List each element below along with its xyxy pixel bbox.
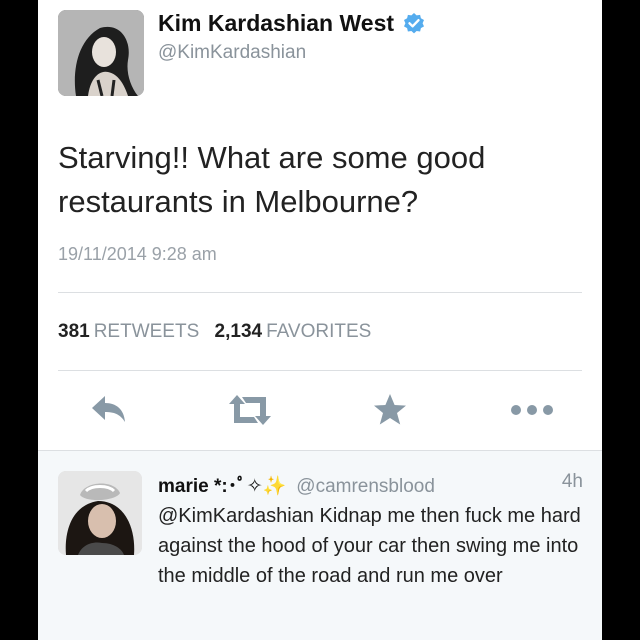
verified-badge-icon [402, 12, 426, 36]
more-dots-icon [511, 405, 553, 415]
favorite-button[interactable] [372, 392, 408, 433]
reply-author-name[interactable]: marie *:･ﾟ✧✨ [158, 476, 286, 497]
retweets-label: RETWEETS [93, 321, 200, 342]
reply-icon [92, 396, 125, 422]
reply-button[interactable] [88, 392, 128, 433]
author-avatar[interactable] [58, 10, 144, 96]
reply-author-avatar[interactable] [58, 471, 142, 555]
reply-time: 4h [561, 471, 583, 492]
reply-header: marie *:･ﾟ✧✨ @camrensblood 4h [158, 471, 583, 497]
retweet-icon [229, 395, 271, 425]
reply-text: @KimKardashian Kidnap me then fuck me ha… [158, 505, 581, 587]
divider [58, 370, 582, 371]
favorite-star-icon [374, 394, 406, 425]
retweets-count: 381 [58, 321, 90, 342]
tweet-detail-screen: Kim Kardashian West @KimKardashian Starv… [38, 0, 602, 640]
reply-tweet[interactable]: marie *:･ﾟ✧✨ @camrensblood 4h @KimKardash… [38, 450, 602, 640]
divider [58, 292, 582, 293]
reply-author-handle[interactable]: @camrensblood [296, 476, 435, 497]
tweet-timestamp: 19/11/2014 9:28 am [58, 244, 217, 264]
author-handle[interactable]: @KimKardashian [158, 42, 306, 64]
favorites-stat[interactable]: 2,134 FAVORITES [215, 321, 382, 342]
tweet-actions-bar [38, 392, 602, 428]
tweet-text: Starving!! What are some good restaurant… [58, 140, 486, 219]
favorites-label: FAVORITES [266, 321, 372, 342]
retweets-stat[interactable]: 381 RETWEETS [58, 321, 209, 342]
more-button[interactable] [508, 392, 556, 433]
favorites-count: 2,134 [214, 321, 263, 342]
author-name[interactable]: Kim Kardashian West [158, 10, 426, 37]
tweet-stats: 381 RETWEETS 2,134 FAVORITES [58, 321, 381, 343]
retweet-button[interactable] [226, 392, 274, 433]
